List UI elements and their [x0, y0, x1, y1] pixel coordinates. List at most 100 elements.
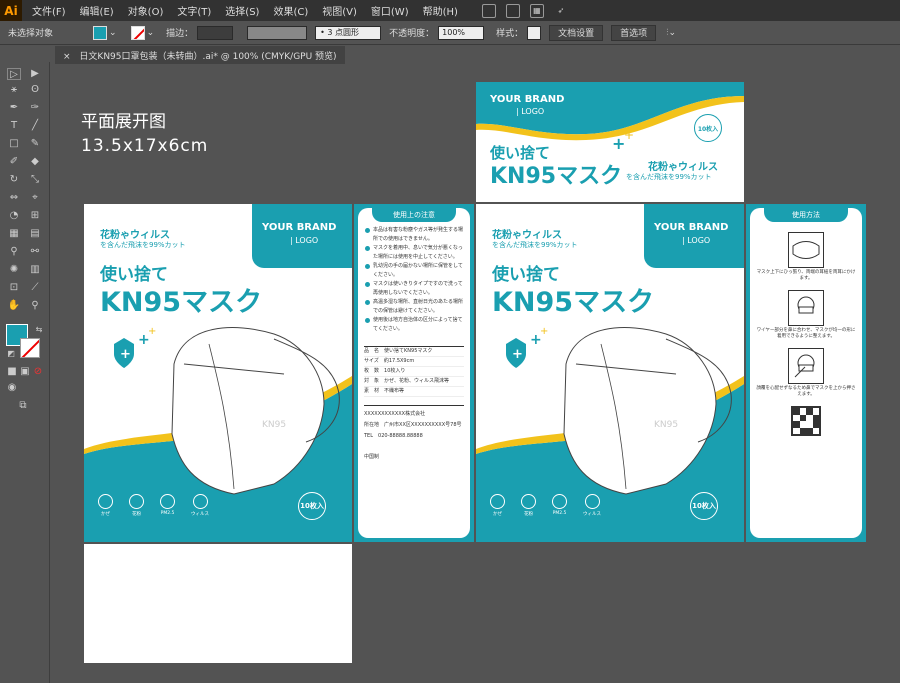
bridge-icon[interactable]: [481, 3, 496, 18]
symbol-sprayer-icon[interactable]: ✺: [7, 264, 21, 276]
menu-file[interactable]: 文件(F): [32, 3, 66, 18]
lasso-icon[interactable]: ʘ: [28, 84, 42, 96]
arrange-documents-icon[interactable]: ▦: [529, 3, 544, 18]
shaper-tool-icon[interactable]: ✐: [7, 156, 21, 168]
qr-code-icon: [791, 406, 821, 436]
menu-bar: Ai 文件(F) 编辑(E) 对象(O) 文字(T) 选择(S) 效果(C) 视…: [0, 0, 900, 21]
usage-step: ワイヤー部分を鼻に合わせ、マスクが均一の形に着用できるように整えます。: [756, 328, 856, 339]
eyedropper-icon[interactable]: ⚲: [7, 246, 21, 258]
document-tab[interactable]: × 日文KN95口罩包装（未转曲）.ai* @ 100% (CMYK/GPU 预…: [55, 46, 345, 64]
draw-mode-icon[interactable]: ◉: [5, 382, 19, 394]
wear-step-image: [788, 290, 824, 326]
cold-icon: かぜ: [490, 494, 505, 517]
bottom-icons: かぜ 花粉 PM2.5 ウィルス: [490, 494, 601, 517]
menu-object[interactable]: 对象(O): [128, 3, 164, 18]
free-transform-icon[interactable]: ⌖: [28, 192, 42, 204]
curvature-tool-icon[interactable]: ✑: [28, 102, 42, 114]
blend-tool-icon[interactable]: ⚯: [28, 246, 42, 258]
screen-mode-icon[interactable]: ⧉: [16, 400, 30, 412]
note-item: 乳幼児の手の届かない場所に保管をしてください。: [364, 262, 464, 280]
selection-tool-icon[interactable]: ▷: [7, 68, 21, 80]
front-panel-left[interactable]: YOUR BRAND | LOGO 花粉ゃウィルス を含んだ飛沫を99%カット …: [84, 204, 352, 542]
mesh-tool-icon[interactable]: ▦: [7, 228, 21, 240]
color-mode-icon[interactable]: ■: [5, 366, 19, 378]
style-label: 样式：: [496, 29, 524, 39]
scale-tool-icon[interactable]: ⤡: [28, 174, 42, 186]
sparkle-icon: +: [624, 128, 635, 142]
artboard-tool-icon[interactable]: ⊡: [7, 282, 21, 294]
adjust-step-image: [788, 348, 824, 384]
type-tool-icon[interactable]: T: [7, 120, 21, 132]
side-panel-usage[interactable]: 使用方法 マスク上下にひっ張り、両端の耳紐を両耳にかけます。 ワイヤー部分を鼻に…: [746, 204, 866, 542]
stroke-weight-input[interactable]: [197, 25, 234, 40]
stroke-color-box[interactable]: [20, 338, 40, 358]
note-item: マスクは使いきりタイプですので洗って再使用しないでください。: [364, 280, 464, 298]
pen-tool-icon[interactable]: ✒: [7, 102, 21, 114]
rectangle-tool-icon[interactable]: □: [7, 138, 21, 150]
brand-logo: | LOGO: [516, 107, 545, 116]
hand-tool-icon[interactable]: ✋: [7, 300, 21, 312]
zoom-tool-icon[interactable]: ⚲: [28, 300, 42, 312]
menu-type[interactable]: 文字(T): [177, 3, 211, 18]
menu-view[interactable]: 视图(V): [322, 3, 357, 18]
stock-icon[interactable]: [505, 3, 520, 18]
filter-text: を含んだ飛沫を99%カット: [492, 241, 578, 249]
perspective-grid-icon[interactable]: ⊞: [28, 210, 42, 222]
variable-width-profile[interactable]: [247, 25, 308, 40]
shape-builder-icon[interactable]: ◔: [7, 210, 21, 222]
swap-colors-icon[interactable]: ⇆: [32, 324, 46, 336]
stroke-label: 描边：: [166, 29, 194, 39]
canvas[interactable]: 平面展开图 13.5x17x6cm YOUR BRAND | LOGO 使い捨て…: [51, 64, 900, 683]
brush-definition[interactable]: • 3 点圆形: [315, 25, 382, 40]
magic-wand-icon[interactable]: ⚹: [7, 84, 21, 96]
direct-selection-tool-icon[interactable]: ▶: [28, 68, 42, 80]
spec-row: 素 材 不織布等: [364, 387, 464, 397]
gpu-performance-icon[interactable]: ➶: [554, 4, 568, 18]
fill-swatch[interactable]: [93, 25, 108, 40]
menu-help[interactable]: 帮助(H): [423, 3, 458, 18]
opacity-input[interactable]: 100%: [438, 25, 485, 40]
virus-icon: ウィルス: [583, 494, 601, 517]
preferences-button[interactable]: 首选项: [611, 24, 657, 41]
company-name: XXXXXXXXXXXX株式会社: [364, 411, 426, 417]
menu-window[interactable]: 窗口(W): [371, 3, 409, 18]
chevron-down-icon[interactable]: ⌄: [147, 28, 155, 38]
align-icon[interactable]: ⫶⌄: [666, 28, 676, 38]
chevron-down-icon[interactable]: ⌄: [109, 28, 117, 38]
front-panel-right[interactable]: YOUR BRAND | LOGO 花粉ゃウィルス を含んだ飛沫を99%カット …: [476, 204, 744, 542]
rotate-tool-icon[interactable]: ↻: [7, 174, 21, 186]
gradient-mode-icon[interactable]: ▣: [18, 366, 32, 378]
cold-icon: かぜ: [98, 494, 113, 517]
tools-panel: ▷ ▶ ⚹ ʘ ✒ ✑ T ╱ □ ✎ ✐ ◆ ↻ ⤡ ⇔ ⌖ ◔ ⊞ ▦ ▤ …: [0, 62, 50, 683]
shield-plus-icon: +: [512, 347, 523, 362]
slice-tool-icon[interactable]: ⟋: [28, 282, 42, 294]
width-tool-icon[interactable]: ⇔: [7, 192, 21, 204]
sparkle-icon: +: [540, 326, 549, 337]
graph-tool-icon[interactable]: ▥: [28, 264, 42, 276]
document-setup-button[interactable]: 文档设置: [549, 24, 604, 41]
sparkle-icon: +: [148, 326, 157, 337]
side-panel-notes[interactable]: 使用上の注意 本品は有害な粉塵やガス等が発生する場所での使用はできません。 マス…: [354, 204, 474, 542]
mask-print: KN95: [654, 420, 679, 430]
mask-step-image: [788, 232, 824, 268]
menu-edit[interactable]: 编辑(E): [80, 3, 114, 18]
product-name: KN95マスク: [490, 164, 623, 189]
bottom-flap-panel[interactable]: [84, 544, 352, 663]
none-mode-icon[interactable]: ⊘: [31, 366, 45, 378]
eraser-icon[interactable]: ◆: [28, 156, 42, 168]
graphic-style-swatch[interactable]: [527, 25, 542, 40]
pollen-text: 花粉ゃウィルス: [492, 230, 562, 241]
default-colors-icon[interactable]: ◩: [4, 348, 18, 360]
gradient-tool-icon[interactable]: ▤: [28, 228, 42, 240]
paintbrush-icon[interactable]: ✎: [28, 138, 42, 150]
menu-effect[interactable]: 效果(C): [273, 3, 308, 18]
line-tool-icon[interactable]: ╱: [28, 120, 42, 132]
close-icon[interactable]: ×: [63, 52, 71, 62]
app-logo[interactable]: Ai: [0, 0, 22, 21]
filter-text: を含んだ飛沫を99%カット: [100, 241, 186, 249]
stroke-swatch[interactable]: [130, 25, 145, 40]
top-flap-panel[interactable]: YOUR BRAND | LOGO 使い捨て KN95マスク + + 10枚入 …: [476, 82, 744, 202]
menu-select[interactable]: 选择(S): [225, 3, 259, 18]
origin-text: 中国制: [364, 454, 380, 460]
product-name: KN95マスク: [492, 287, 655, 318]
